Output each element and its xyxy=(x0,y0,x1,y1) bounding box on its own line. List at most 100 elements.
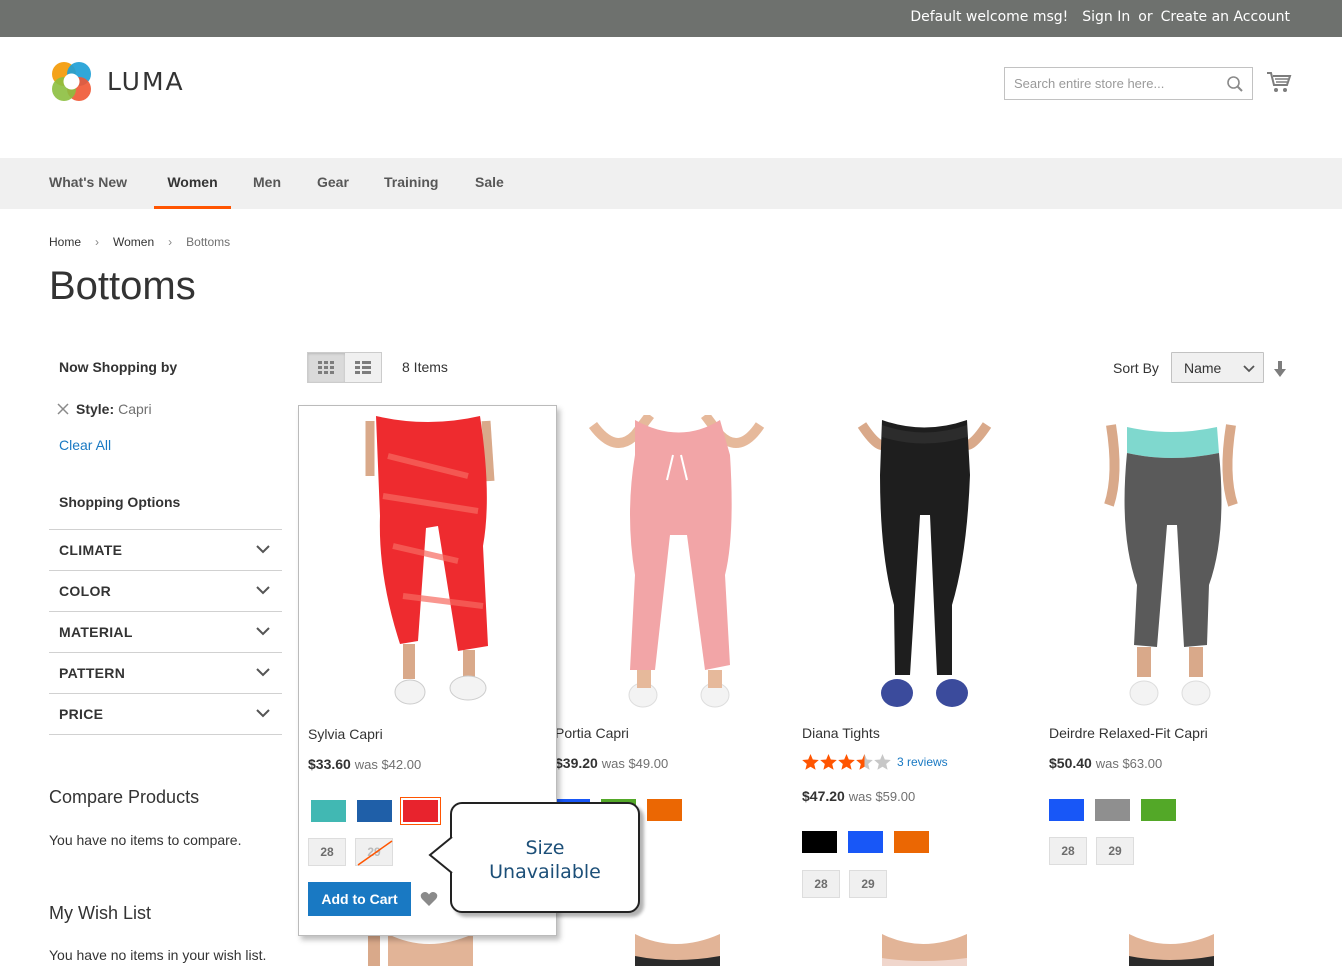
size-swatch[interactable]: 29 xyxy=(1096,837,1134,865)
grid-view-button[interactable] xyxy=(308,353,345,382)
facet-label: PATTERN xyxy=(59,665,126,681)
page-title: Bottoms xyxy=(49,264,196,308)
nav-women[interactable]: Women xyxy=(154,158,231,209)
product-image[interactable] xyxy=(555,934,795,966)
item-count: 8 Items xyxy=(402,359,448,375)
color-swatch[interactable] xyxy=(1141,799,1176,821)
rating-stars xyxy=(802,754,891,770)
sort-by-label: Sort By xyxy=(1113,360,1159,376)
sign-in-link[interactable]: Sign In xyxy=(1082,9,1130,25)
color-swatch-selected[interactable] xyxy=(403,800,438,822)
color-swatch[interactable] xyxy=(647,799,682,821)
product-price: $50.40 was $63.00 xyxy=(1049,755,1162,771)
star-full-icon xyxy=(838,754,855,770)
reviews-link[interactable]: 3 reviews xyxy=(897,755,948,769)
add-to-cart-button[interactable]: Add to Cart xyxy=(308,882,411,916)
final-price: $50.40 xyxy=(1049,755,1092,771)
active-filter: Style: Capri xyxy=(57,401,152,417)
size-swatch[interactable]: 29 xyxy=(849,870,887,898)
color-swatch[interactable] xyxy=(894,831,929,853)
breadcrumb-women[interactable]: Women xyxy=(113,235,154,249)
facet-pattern[interactable]: PATTERN xyxy=(49,653,282,694)
nav-training[interactable]: Training xyxy=(384,158,438,209)
final-price: $47.20 xyxy=(802,788,845,804)
luma-logo-icon xyxy=(52,62,91,101)
old-price: was $42.00 xyxy=(354,757,422,772)
clear-all-link[interactable]: Clear All xyxy=(59,437,111,453)
product-name[interactable]: Diana Tights xyxy=(802,725,880,741)
breadcrumb-home[interactable]: Home xyxy=(49,235,81,249)
remove-filter-icon[interactable] xyxy=(57,403,69,415)
product-image[interactable] xyxy=(1049,934,1289,966)
product-name[interactable]: Deirdre Relaxed-Fit Capri xyxy=(1049,725,1208,741)
product-image[interactable] xyxy=(802,415,1042,713)
now-shopping-title: Now Shopping by xyxy=(59,359,178,375)
facet-material[interactable]: MATERIAL xyxy=(49,612,282,653)
breadcrumb-bottoms: Bottoms xyxy=(186,235,231,249)
search-icon[interactable] xyxy=(1226,75,1244,93)
color-swatch[interactable] xyxy=(848,831,883,853)
product-image[interactable] xyxy=(555,415,795,713)
color-swatch[interactable] xyxy=(1049,799,1084,821)
product-price: $47.20 was $59.00 xyxy=(802,788,915,804)
product-image[interactable] xyxy=(802,934,1042,966)
size-swatch[interactable]: 28 xyxy=(308,838,346,866)
filter-label: Style: xyxy=(76,401,115,417)
sort-select[interactable]: Name xyxy=(1171,352,1264,383)
product-card-diana-tights: Diana Tights 3 reviews $47.20 was $59.00… xyxy=(802,405,1042,935)
facet-label: MATERIAL xyxy=(59,624,133,640)
facet-label: PRICE xyxy=(59,706,104,722)
chevron-down-icon xyxy=(256,545,270,554)
sort-direction-icon[interactable] xyxy=(1273,360,1287,378)
color-swatch[interactable] xyxy=(357,800,392,822)
nav-whats-new[interactable]: What's New xyxy=(49,158,127,209)
wish-list-empty: You have no items in your wish list. xyxy=(49,947,267,963)
product-price: $39.20 was $49.00 xyxy=(555,755,668,771)
facet-label: COLOR xyxy=(59,583,112,599)
product-card-deirdre-capri: Deirdre Relaxed-Fit Capri $50.40 was $63… xyxy=(1049,405,1289,935)
cart-icon[interactable] xyxy=(1266,71,1292,95)
nav-sale[interactable]: Sale xyxy=(475,158,504,209)
color-swatch[interactable] xyxy=(802,831,837,853)
star-empty-icon xyxy=(874,754,891,770)
header-links: Default welcome msg! Sign In or Create a… xyxy=(910,9,1290,25)
tooltip-line-2: Unavailable xyxy=(489,861,601,883)
product-image[interactable] xyxy=(308,934,548,966)
tooltip-line-1: Size xyxy=(525,837,565,859)
nav-men[interactable]: Men xyxy=(253,158,281,209)
size-swatch-unavailable[interactable]: 29 xyxy=(355,838,393,866)
size-unavailable-tooltip: Size Unavailable xyxy=(450,802,640,913)
product-image[interactable] xyxy=(1049,415,1289,713)
size-swatch[interactable]: 28 xyxy=(1049,837,1087,865)
old-price: was $49.00 xyxy=(601,756,669,771)
size-swatch[interactable]: 28 xyxy=(802,870,840,898)
compare-products-title: Compare Products xyxy=(49,787,200,807)
facet-price[interactable]: PRICE xyxy=(49,694,282,735)
create-account-link[interactable]: Create an Account xyxy=(1161,9,1290,25)
chevron-right-icon: › xyxy=(168,235,173,249)
view-mode-switcher xyxy=(307,352,382,383)
welcome-message: Default welcome msg! xyxy=(910,9,1069,25)
wishlist-heart-icon[interactable] xyxy=(420,891,438,907)
product-price: $33.60 was $42.00 xyxy=(308,756,421,772)
sort-select-value: Name xyxy=(1184,360,1222,376)
shopping-options-title: Shopping Options xyxy=(59,494,181,510)
list-view-button[interactable] xyxy=(344,353,381,382)
facet-color[interactable]: COLOR xyxy=(49,571,282,612)
or-separator: or xyxy=(1138,9,1153,25)
nav-gear[interactable]: Gear xyxy=(317,158,349,209)
chevron-down-icon xyxy=(1243,365,1255,373)
logo-text: LUMA xyxy=(107,67,185,96)
product-image[interactable] xyxy=(308,416,548,714)
store-logo[interactable]: LUMA xyxy=(49,59,185,104)
product-name[interactable]: Portia Capri xyxy=(555,725,629,741)
color-swatch[interactable] xyxy=(311,800,346,822)
list-icon xyxy=(354,360,371,374)
chevron-down-icon xyxy=(256,668,270,677)
facet-climate[interactable]: CLIMATE xyxy=(49,530,282,571)
product-name[interactable]: Sylvia Capri xyxy=(308,726,383,742)
compare-products-empty: You have no items to compare. xyxy=(49,832,242,848)
search-input[interactable] xyxy=(1005,68,1215,99)
color-swatch[interactable] xyxy=(1095,799,1130,821)
old-price: was $63.00 xyxy=(1095,756,1163,771)
